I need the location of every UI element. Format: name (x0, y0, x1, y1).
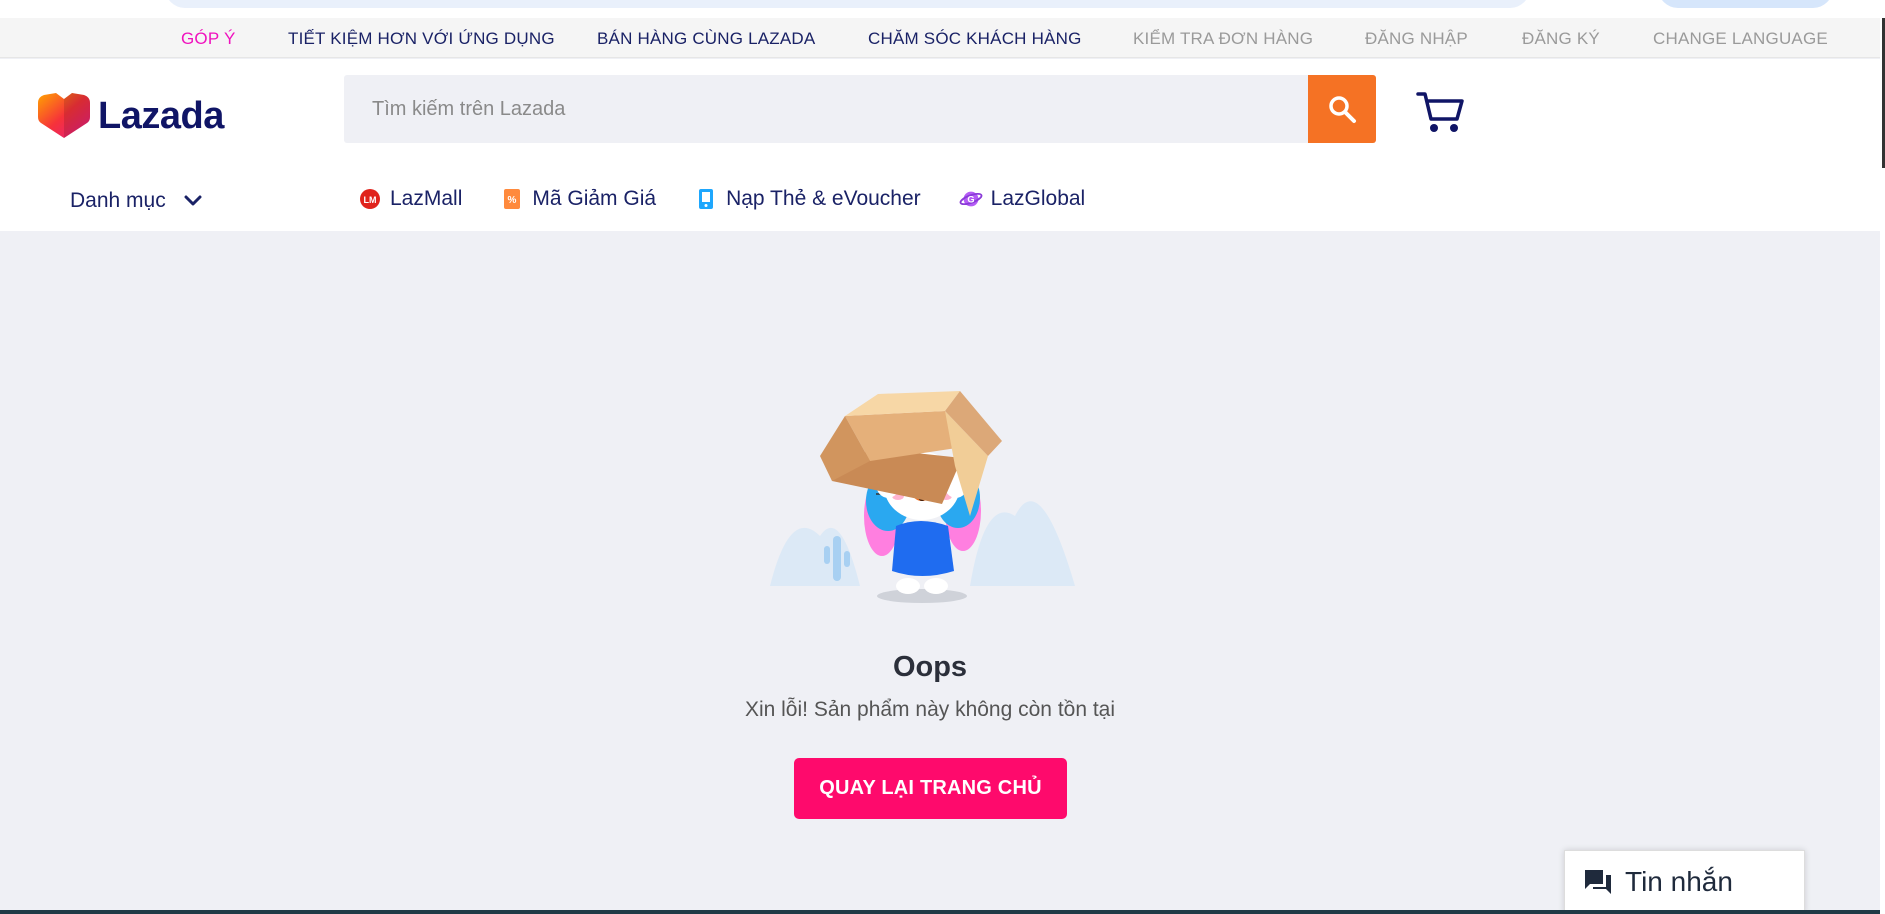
topup-icon (694, 187, 718, 211)
voucher-icon: % (500, 187, 524, 211)
nav-lazglobal[interactable]: G LazGlobal (959, 187, 1086, 211)
cart-button[interactable] (1416, 91, 1466, 140)
error-title: Oops (892, 651, 968, 683)
logo-wordmark: Lazada (98, 94, 224, 137)
svg-text:G: G (967, 195, 974, 205)
categories-dropdown[interactable]: Danh mục (70, 189, 202, 213)
browser-top-sliver (0, 0, 1885, 18)
nav-lazmall-label: LazMall (390, 187, 463, 210)
error-content: Oops Xin lỗi! Sản phẩm này không còn tồn… (0, 231, 1880, 911)
customer-care-link[interactable]: CHĂM SÓC KHÁCH HÀNG (868, 29, 1082, 49)
change-language-link[interactable]: CHANGE LANGUAGE (1653, 29, 1828, 49)
nav-topup-label: Nạp Thẻ & eVoucher (726, 187, 921, 210)
search-bar (344, 75, 1376, 143)
scrollbar[interactable] (1880, 18, 1885, 914)
lazada-logo[interactable]: Lazada (38, 93, 224, 139)
nav-topup[interactable]: Nạp Thẻ & eVoucher (694, 187, 921, 211)
cart-icon (1416, 92, 1464, 132)
browser-button-edge (1658, 0, 1833, 8)
nav-lazmall[interactable]: LM LazMall (358, 187, 462, 211)
search-icon (1329, 96, 1356, 123)
signup-link[interactable]: ĐĂNG KÝ (1522, 29, 1600, 49)
top-links-bar: GÓP Ý TIẾT KIỆM HƠN VỚI ỨNG DỤNG BÁN HÀN… (0, 18, 1880, 58)
svg-text:%: % (508, 195, 517, 206)
feedback-link[interactable]: GÓP Ý (181, 29, 236, 49)
nav-voucher-label: Mã Giảm Giá (532, 187, 657, 210)
lazmall-icon: LM (358, 187, 382, 211)
chat-label: Tin nhắn (1625, 866, 1733, 897)
login-link[interactable]: ĐĂNG NHẬP (1365, 29, 1468, 49)
categories-label: Danh mục (70, 189, 166, 212)
chat-icon (1585, 870, 1611, 894)
track-order-link[interactable]: KIỂM TRA ĐƠN HÀNG (1133, 29, 1313, 49)
search-input[interactable] (344, 75, 1274, 143)
taskbar-edge (0, 910, 1880, 914)
save-with-app-link[interactable]: TIẾT KIỆM HƠN VỚI ỨNG DỤNG (288, 29, 555, 49)
sell-with-lazada-link[interactable]: BÁN HÀNG CÙNG LAZADA (597, 29, 815, 49)
svg-text:LM: LM (364, 195, 377, 205)
chevron-down-icon (184, 195, 202, 206)
lazada-heart-icon (38, 93, 90, 138)
back-to-home-button[interactable]: QUAY LẠI TRANG CHỦ (794, 758, 1067, 819)
promo-nav: LM LazMall % Mã Giảm Giá Nạp Thẻ & eVouc… (358, 187, 1123, 211)
search-button[interactable] (1308, 75, 1376, 143)
nav-lazglobal-label: LazGlobal (990, 187, 1086, 210)
chat-widget[interactable]: Tin nhắn (1564, 850, 1805, 914)
nav-voucher[interactable]: % Mã Giảm Giá (500, 187, 656, 211)
lazglobal-icon: G (959, 187, 983, 211)
error-message: Xin lỗi! Sản phẩm này không còn tồn tại (744, 698, 1116, 721)
site-header: Lazada Danh mục LM LazMall (0, 59, 1880, 231)
address-bar-edge (165, 0, 1530, 8)
cat-box-illustration (770, 391, 1075, 603)
